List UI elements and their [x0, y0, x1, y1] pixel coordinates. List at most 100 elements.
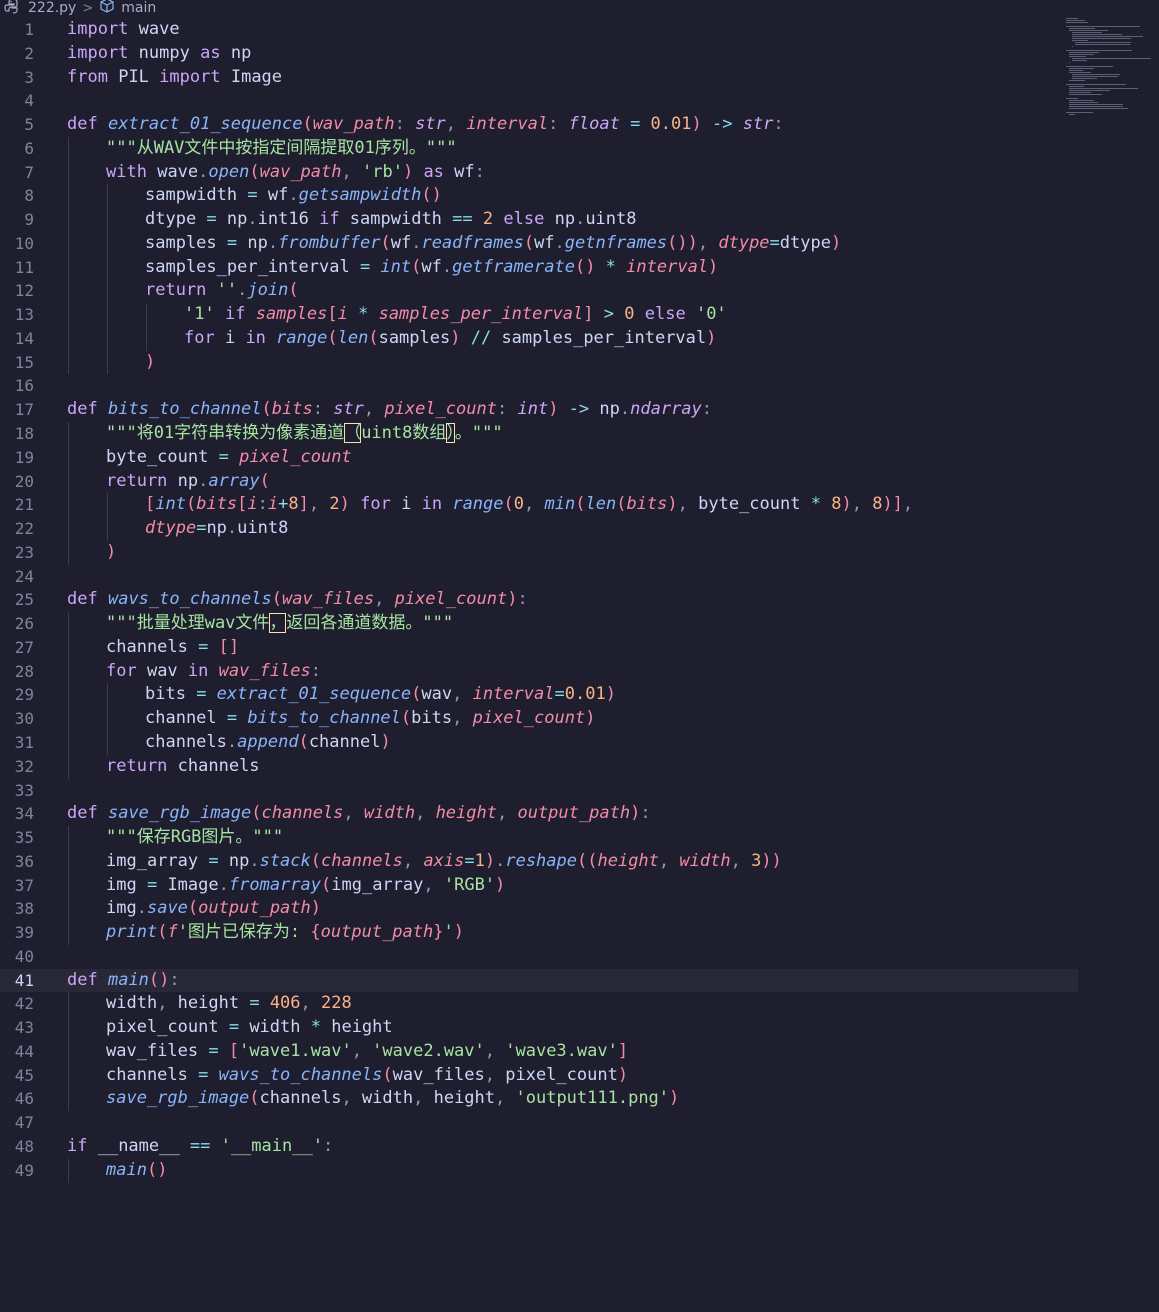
code-text: channel = bits_to_channel(bits, pixel_co… — [145, 707, 595, 731]
code-text: def wavs_to_channels(wav_files, pixel_co… — [67, 588, 528, 612]
code-line[interactable]: 12 return ''.join( — [0, 279, 1159, 304]
code-token: samples — [145, 232, 217, 253]
code-token: wavs_to_channels — [107, 589, 272, 610]
code-line[interactable]: 49 main() — [0, 1158, 1159, 1183]
code-token: range — [276, 327, 328, 348]
code-text: channels = [] — [106, 636, 239, 660]
code-line[interactable]: 19 byte_count = pixel_count — [0, 445, 1159, 470]
indent-guide — [68, 707, 69, 731]
code-token: reshape — [505, 850, 577, 871]
code-line[interactable]: 4 — [0, 89, 1159, 113]
code-token: '0' — [695, 304, 727, 325]
breadcrumb-symbol[interactable]: main — [121, 0, 156, 16]
line-number: 26 — [14, 614, 34, 634]
code-token: ( — [185, 494, 197, 515]
code-line[interactable]: 7 with wave.open(wav_path, 'rb') as wf: — [0, 160, 1159, 185]
code-line[interactable]: 42 width, height = 406, 228 — [0, 992, 1159, 1017]
code-token: = — [198, 1040, 229, 1061]
code-token: = — [554, 684, 565, 705]
code-token: ) — [495, 874, 506, 895]
code-line[interactable]: 35 """保存RGB图片。""" — [0, 826, 1159, 850]
code-line[interactable]: 40 — [0, 945, 1159, 969]
code-token: width — [679, 850, 731, 871]
code-line[interactable]: 26 """批量处理wav文件，返回各通道数据。""" — [0, 612, 1159, 636]
code-token: ( — [503, 494, 514, 515]
code-line[interactable]: 18 """将01字符串转换为像素通道（uint8数组）。""" — [0, 422, 1159, 446]
code-editor[interactable]: 1 import wave 2 import numpy as np 3 from PIL… — [0, 18, 1159, 1183]
code-token: height — [433, 1088, 496, 1109]
code-line[interactable]: 22 dtype=np.uint8 — [0, 517, 1159, 541]
code-token: np — [599, 399, 620, 420]
code-line[interactable]: 46 save_rgb_image(channels, width, height… — [0, 1087, 1159, 1112]
indent-guide — [68, 255, 69, 280]
code-line[interactable]: 17 def bits_to_channel(bits: str, pixel_c… — [0, 398, 1159, 422]
indent-guide — [107, 707, 108, 731]
code-line[interactable]: 44 wav_files = ['wave1.wav', 'wave2.wav',… — [0, 1039, 1159, 1064]
line-number: 43 — [14, 1018, 34, 1038]
code-line[interactable]: 43 pixel_count = width * height — [0, 1016, 1159, 1040]
breadcrumb-file[interactable]: 222.py — [28, 0, 76, 16]
code-line[interactable]: 2 import numpy as np — [0, 42, 1159, 66]
line-number: 10 — [14, 233, 34, 253]
minimap-line — [1066, 98, 1078, 99]
code-token: 0 — [513, 494, 525, 515]
code-line[interactable]: 13 '1' if samples[i * samples_per_interva… — [0, 303, 1159, 327]
code-line[interactable]: 10 samples = np.frombuffer(wf.readframes(… — [0, 231, 1159, 256]
code-token: len — [337, 327, 369, 348]
code-line[interactable]: 25 def wavs_to_channels(wav_files, pixel_… — [0, 588, 1159, 612]
code-line[interactable]: 47 — [0, 1111, 1159, 1135]
code-line[interactable]: 33 — [0, 779, 1159, 803]
code-line[interactable]: 5 def extract_01_sequence(wav_path: str, … — [0, 113, 1159, 137]
code-line[interactable]: 11 samples_per_interval = int(wf.getframe… — [0, 255, 1159, 280]
line-number: 38 — [14, 899, 34, 919]
code-line[interactable]: 45 channels = wavs_to_channels(wav_files,… — [0, 1063, 1159, 1088]
code-text: dtype=np.uint8 — [145, 517, 288, 541]
code-line[interactable]: 34 def save_rgb_image(channels, width, he… — [0, 802, 1159, 826]
code-token: Image — [230, 66, 283, 87]
code-line[interactable]: 14 for i in range(len(samples) // samples… — [0, 326, 1159, 351]
code-line[interactable]: 3 from PIL import Image — [0, 66, 1159, 90]
code-token: ( — [368, 327, 379, 348]
code-line[interactable]: 30 channel = bits_to_channel(bits, pixel_… — [0, 707, 1159, 731]
code-token: ( — [575, 494, 586, 515]
code-line[interactable]: 21 [int(bits[i:i+8], 2) for i in range(0,… — [0, 493, 1159, 518]
code-line[interactable]: 27 channels = [] — [0, 635, 1159, 660]
code-line[interactable]: 36 img_array = np.stack(channels, axis=1)… — [0, 849, 1159, 874]
code-line[interactable]: 39 print(f'图片已保存为: {output_path}') — [0, 921, 1159, 945]
minimap-line — [1069, 56, 1086, 57]
indent-guide — [68, 730, 69, 755]
code-token: def — [67, 399, 98, 420]
code-line[interactable]: 16 — [0, 374, 1159, 398]
code-token: int16 — [257, 209, 309, 230]
code-line[interactable]: 23) — [0, 540, 1159, 565]
code-line[interactable]: 28 for wav in wav_files: — [0, 659, 1159, 684]
code-token: wf — [267, 185, 289, 206]
code-line[interactable]: 41 def main(): — [0, 968, 1078, 993]
indent-guide — [68, 422, 69, 446]
code-line[interactable]: 9 dtype = np.int16 if sampwidth == 2 else… — [0, 208, 1159, 232]
code-line[interactable]: 15) — [0, 350, 1159, 375]
code-text: if __name__ == '__main__': — [67, 1135, 333, 1159]
code-line[interactable]: 1 import wave — [0, 18, 1159, 42]
line-number: 48 — [14, 1136, 34, 1156]
code-token: ) — [691, 114, 702, 135]
code-text: ) — [106, 541, 116, 565]
code-line[interactable]: 8 sampwidth = wf.getsampwidth() — [0, 184, 1159, 209]
code-line[interactable]: 24 — [0, 565, 1159, 589]
code-line[interactable]: 38 img.save(output_path) — [0, 897, 1159, 922]
code-line[interactable]: 48 if __name__ == '__main__': — [0, 1135, 1159, 1159]
code-token: bits — [196, 494, 238, 515]
code-line[interactable]: 32 return channels — [0, 754, 1159, 779]
code-line[interactable]: 29 bits = extract_01_sequence(wav, interv… — [0, 683, 1159, 708]
minimap-line — [1072, 32, 1103, 33]
code-line[interactable]: 31 channels.append(channel) — [0, 730, 1159, 755]
code-line[interactable]: 37 img = Image.fromarray(img_array, 'RGB'… — [0, 873, 1159, 898]
code-line[interactable]: 20 return np.array( — [0, 469, 1159, 494]
minimap[interactable] — [1066, 18, 1156, 118]
code-token: wav — [136, 660, 188, 681]
code-line[interactable]: 6 """从WAV文件中按指定间隔提取01序列。""" — [0, 136, 1159, 161]
line-number: 5 — [24, 115, 34, 135]
